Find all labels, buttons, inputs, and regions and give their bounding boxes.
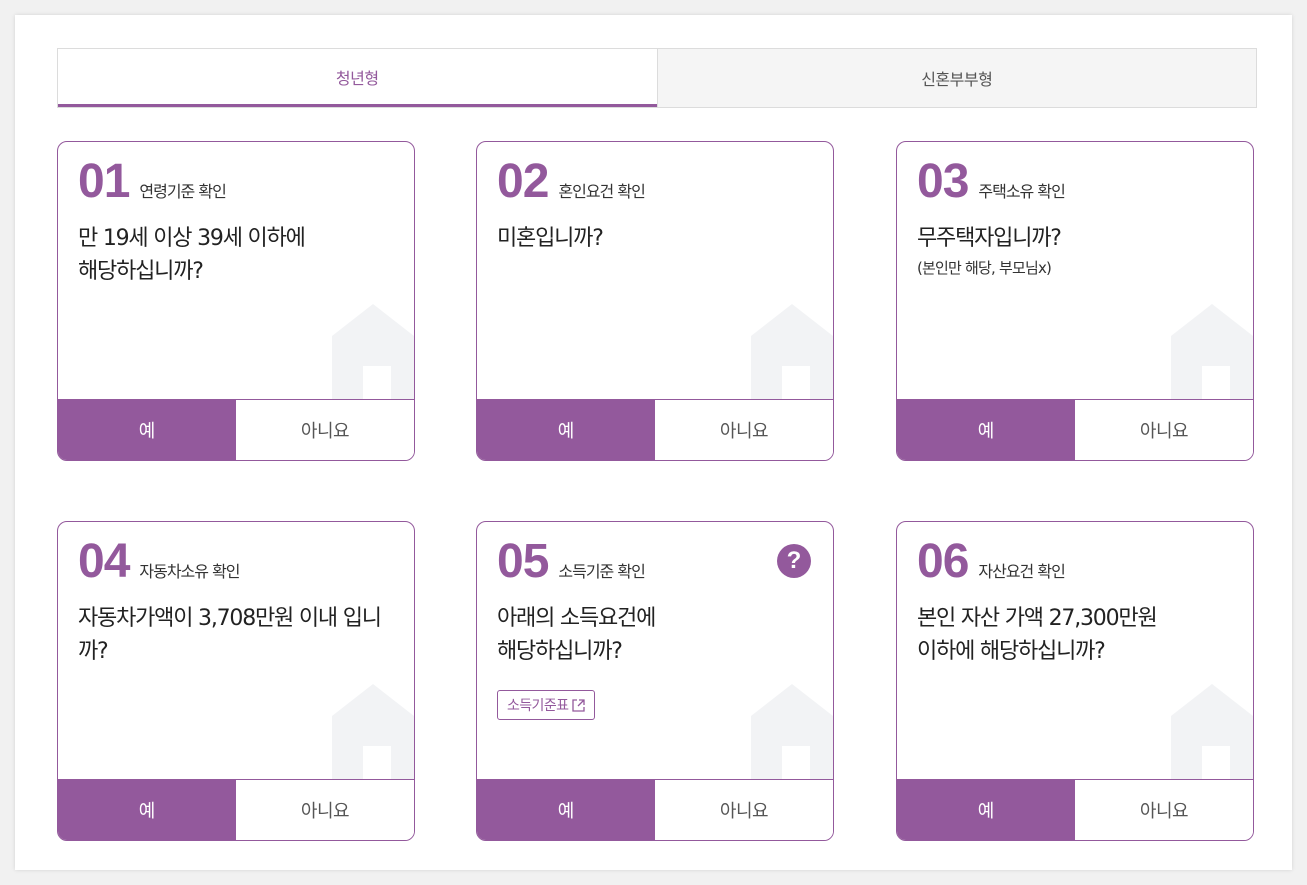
card-header: 03 주택소유 확인: [917, 154, 1066, 210]
step-number: 03: [917, 155, 969, 208]
house-icon: [1171, 684, 1253, 779]
answer-buttons: 예 아니요: [897, 779, 1253, 840]
question-text: 자동차가액이 3,708만원 이내 입니까?: [78, 606, 382, 664]
house-icon: [751, 304, 833, 399]
check-card-housing: 03 주택소유 확인 무주택자입니까? (본인만 해당, 부모님x) 예 아니요: [896, 141, 1254, 461]
house-icon: [332, 304, 414, 399]
step-title: 소득기준 확인: [558, 562, 645, 581]
question-text: 미혼입니까?: [497, 226, 604, 251]
step-number: 02: [497, 155, 549, 208]
yes-button[interactable]: 예: [477, 400, 655, 460]
no-button[interactable]: 아니요: [655, 400, 833, 460]
step-title: 자산요건 확인: [978, 562, 1065, 581]
step-number: 04: [78, 535, 130, 588]
question-text: 본인 자산 가액 27,300만원 이하에 해당하십니까?: [917, 606, 1158, 664]
house-icon: [751, 684, 833, 779]
card-header: 02 혼인요건 확인: [497, 154, 646, 210]
answer-buttons: 예 아니요: [58, 779, 414, 840]
question-text: 아래의 소득요건에 해당하십니까?: [497, 606, 656, 664]
step-title: 혼인요건 확인: [558, 182, 645, 201]
no-button[interactable]: 아니요: [236, 780, 414, 840]
check-card-vehicle: 04 자동차소유 확인 자동차가액이 3,708만원 이내 입니까? 예 아니요: [57, 521, 415, 841]
answer-buttons: 예 아니요: [58, 399, 414, 460]
check-card-assets: 06 자산요건 확인 본인 자산 가액 27,300만원 이하에 해당하십니까?…: [896, 521, 1254, 841]
question-note: (본인만 해당, 부모님x): [917, 259, 1052, 277]
tab-youth[interactable]: 청년형: [58, 49, 657, 107]
step-number: 05: [497, 535, 549, 588]
answer-buttons: 예 아니요: [897, 399, 1253, 460]
check-card-income: 05 소득기준 확인 ? 아래의 소득요건에 해당하십니까? 소득기준표 예 아…: [476, 521, 834, 841]
question-text: 만 19세 이상 39세 이하에 해당하십니까?: [78, 226, 306, 284]
external-link-icon: [572, 698, 586, 712]
yes-button[interactable]: 예: [477, 780, 655, 840]
no-button[interactable]: 아니요: [236, 400, 414, 460]
question-text: 무주택자입니까?: [917, 226, 1062, 251]
card-header: 01 연령기준 확인: [78, 154, 227, 210]
yes-button[interactable]: 예: [897, 400, 1075, 460]
check-card-age: 01 연령기준 확인 만 19세 이상 39세 이하에 해당하십니까? 예 아니…: [57, 141, 415, 461]
type-tabs: 청년형 신혼부부형: [57, 48, 1257, 108]
check-card-marriage: 02 혼인요건 확인 미혼입니까? 예 아니요: [476, 141, 834, 461]
card-header: 04 자동차소유 확인: [78, 534, 241, 590]
card-header: 06 자산요건 확인: [917, 534, 1066, 590]
no-button[interactable]: 아니요: [1075, 780, 1253, 840]
step-title: 자동차소유 확인: [139, 562, 240, 581]
no-button[interactable]: 아니요: [655, 780, 833, 840]
answer-buttons: 예 아니요: [477, 399, 833, 460]
step-number: 01: [78, 155, 130, 208]
question-mark-icon[interactable]: ?: [777, 544, 811, 578]
no-button[interactable]: 아니요: [1075, 400, 1253, 460]
yes-button[interactable]: 예: [58, 780, 236, 840]
step-number: 06: [917, 535, 969, 588]
tab-newlywed[interactable]: 신혼부부형: [656, 49, 1256, 107]
yes-button[interactable]: 예: [897, 780, 1075, 840]
yes-button[interactable]: 예: [58, 400, 236, 460]
house-icon: [1171, 304, 1253, 399]
step-title: 주택소유 확인: [978, 182, 1065, 201]
income-table-link-label: 소득기준표: [507, 698, 569, 714]
card-header: 05 소득기준 확인: [497, 534, 646, 590]
answer-buttons: 예 아니요: [477, 779, 833, 840]
step-title: 연령기준 확인: [139, 182, 226, 201]
eligibility-panel: 청년형 신혼부부형 01 연령기준 확인 만 19세 이상 39세 이하에 해당…: [15, 15, 1292, 870]
house-icon: [332, 684, 414, 779]
income-table-link[interactable]: 소득기준표: [497, 690, 596, 720]
